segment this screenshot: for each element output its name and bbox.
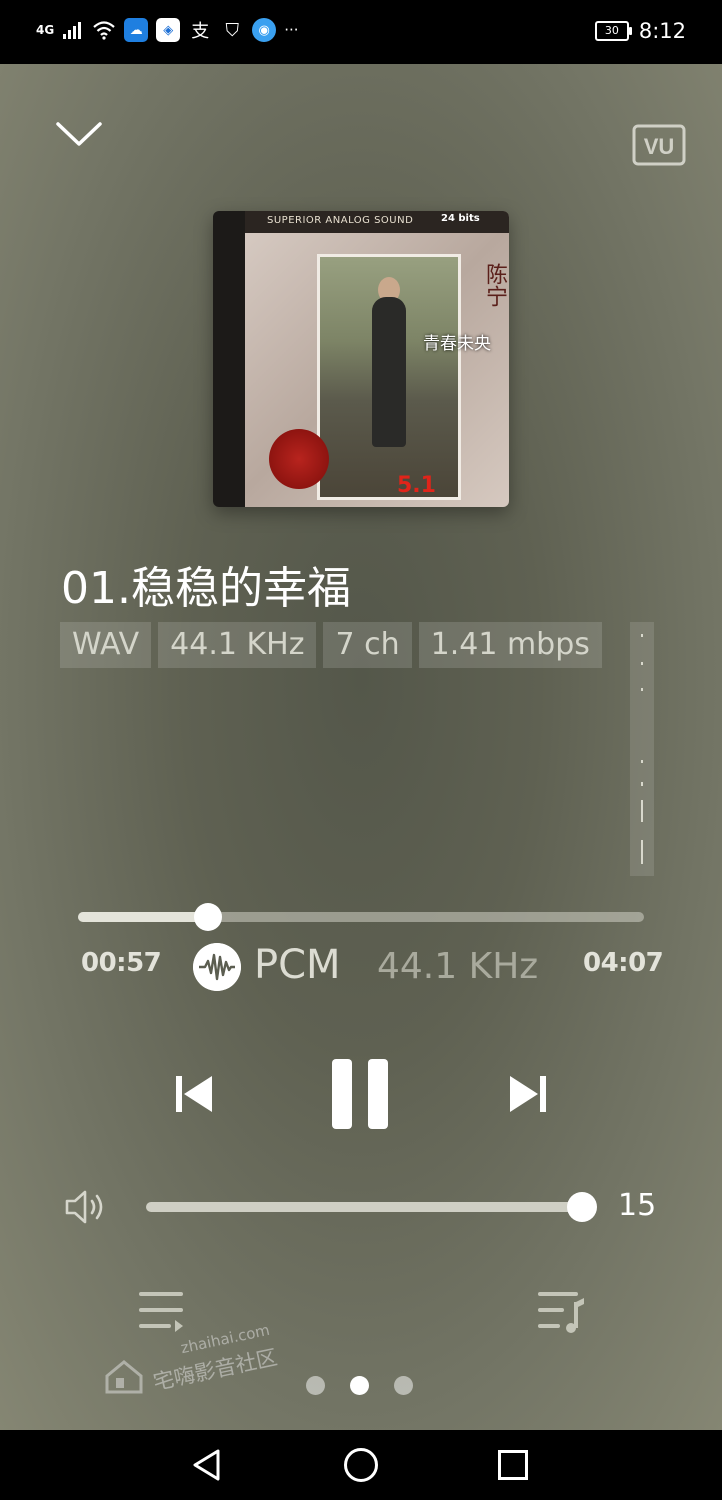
playlist-music-icon[interactable] (536, 1288, 586, 1334)
tag-sample-rate: 44.1 KHz (158, 622, 317, 668)
compass-app-icon: ◈ (156, 18, 181, 42)
tag-format: WAV (60, 622, 152, 668)
output-rate: 44.1 KHz (377, 946, 539, 987)
seek-handle[interactable] (194, 903, 223, 931)
cover-artist: 陈宁 (482, 263, 507, 307)
clock: 8:12 (638, 19, 686, 43)
house-logo-icon (105, 1360, 143, 1394)
navigation-bar (0, 1430, 722, 1500)
cover-bits: 24 bits (441, 213, 480, 224)
volume-value: 15 (618, 1188, 657, 1223)
status-bar: 4G ☁ ◈ 支 ⛉ ◉ ··· 30 8:12 (0, 0, 722, 64)
collapse-chevron-icon[interactable] (52, 116, 106, 156)
cover-album: 青春未央 (423, 334, 491, 354)
tag-channels: 7 ch (323, 622, 412, 668)
cover-photo (317, 254, 461, 500)
watermark: zhaihai.com 宅嗨影音社区 (100, 1321, 290, 1402)
lyrics-scroll-indicator[interactable] (630, 622, 654, 876)
wifi-icon (93, 21, 115, 40)
alipay-icon: 支 (191, 21, 210, 42)
player-screen: VU SUPERIOR ANALOG SOUND 24 bits 陈宁 青春未央… (0, 64, 722, 1430)
previous-icon[interactable] (174, 1074, 214, 1114)
more-notifications-icon: ··· (284, 21, 299, 39)
total-time: 04:07 (583, 948, 664, 978)
page-dot[interactable] (394, 1376, 413, 1395)
song-title: 01.稳稳的幸福 (61, 563, 351, 614)
format-tags: WAV 44.1 KHz 7 ch 1.41 mbps (60, 622, 602, 668)
seek-progress (78, 912, 209, 922)
cloud-app-icon: ☁ (124, 18, 149, 42)
volume-slider[interactable] (146, 1202, 582, 1212)
vu-meter-button[interactable]: VU (632, 124, 686, 166)
elapsed-time: 00:57 (81, 948, 162, 978)
pause-icon[interactable] (331, 1058, 389, 1130)
recents-icon[interactable] (497, 1449, 529, 1481)
output-format: PCM (254, 942, 341, 988)
wax-seal (269, 429, 329, 489)
cover-badge: 5.1 (397, 473, 436, 498)
browser-app-icon: ◉ (252, 18, 277, 42)
back-icon[interactable] (190, 1448, 224, 1482)
tag-bitrate: 1.41 mbps (418, 622, 602, 668)
vu-label: VU (644, 134, 675, 159)
cover-top-text: SUPERIOR ANALOG SOUND (267, 215, 414, 226)
signal-icon (63, 22, 82, 39)
volume-handle[interactable] (567, 1192, 597, 1222)
battery-icon: 30 (594, 21, 632, 41)
page-dot[interactable] (306, 1376, 325, 1395)
shield-icon: ⛉ (225, 19, 239, 41)
page-indicator (306, 1376, 413, 1395)
next-icon[interactable] (508, 1074, 548, 1114)
network-type: 4G (36, 23, 55, 37)
page-dot-active[interactable] (350, 1376, 369, 1395)
album-cover: SUPERIOR ANALOG SOUND 24 bits 陈宁 青春未央 5.… (213, 211, 509, 507)
volume-icon[interactable] (64, 1189, 108, 1225)
waveform-icon (193, 943, 241, 991)
home-icon[interactable] (343, 1447, 379, 1483)
